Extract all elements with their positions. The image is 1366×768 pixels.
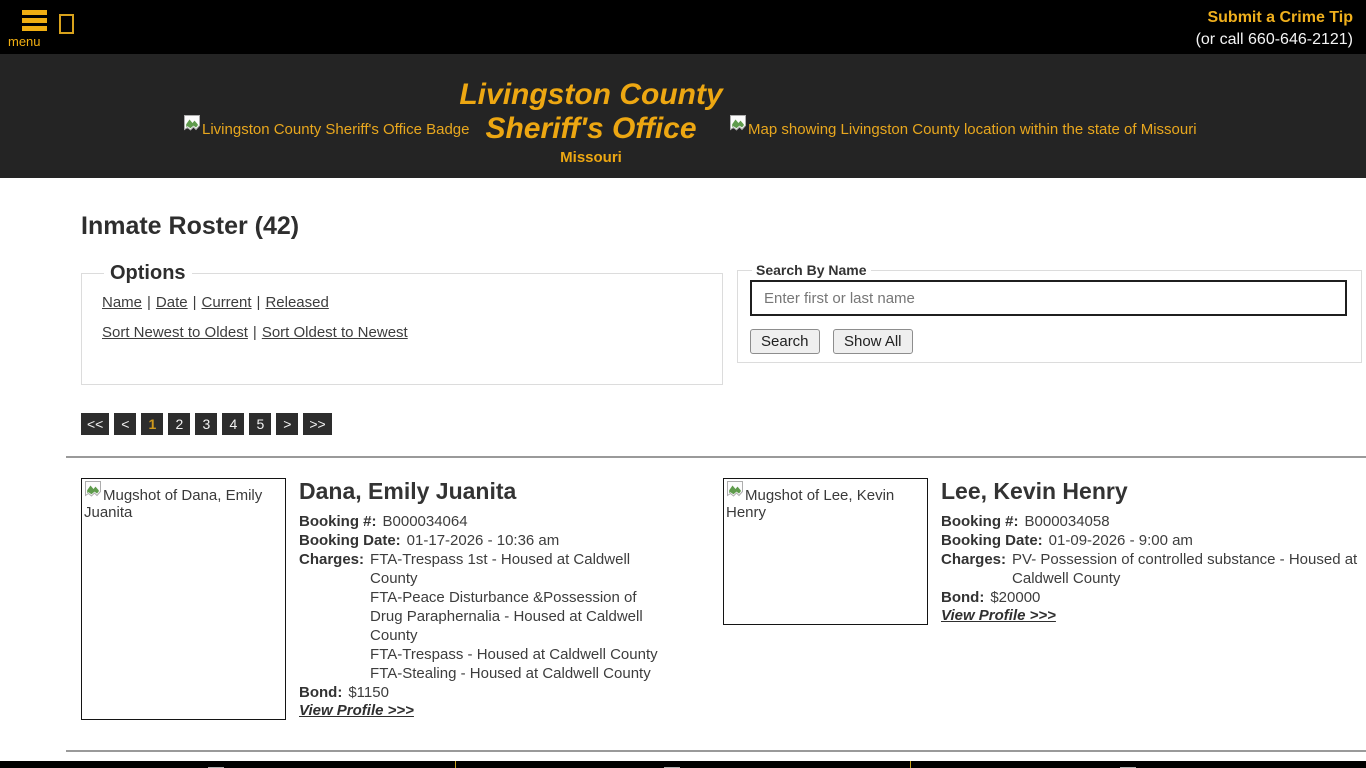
footer-column: Con Bub bbox=[455, 761, 911, 768]
mugshot-broken-image[interactable]: Mugshot of Lee, Kevin Henry bbox=[723, 478, 928, 625]
site-title-state: Missouri bbox=[381, 149, 801, 166]
inmate-name: Dana, Emily Juanita bbox=[299, 478, 723, 504]
page-title: Inmate Roster (42) bbox=[81, 212, 1366, 241]
separator: | bbox=[257, 294, 261, 311]
footer-divider bbox=[66, 750, 1366, 752]
filter-link-date[interactable]: Date bbox=[156, 294, 188, 311]
inmate-details: Lee, Kevin Henry Booking #: B000034058 B… bbox=[941, 478, 1362, 625]
bond-row: Bond: $1150 bbox=[299, 683, 723, 702]
charge-item: FTA-Trespass 1st - Housed at Caldwell Co… bbox=[370, 550, 672, 588]
site-header: Livingston County Sheriff's Office Badge… bbox=[0, 54, 1366, 178]
view-profile-link[interactable]: View Profile >>> bbox=[941, 607, 1056, 624]
filter-link-released[interactable]: Released bbox=[265, 294, 328, 311]
booking-date-row: Booking Date: 01-09-2026 - 9:00 am bbox=[941, 531, 1362, 550]
booking-number-value: B000034064 bbox=[383, 512, 468, 531]
search-legend: Search By Name bbox=[752, 262, 871, 278]
top-bar: menu Submit a Crime Tip (or call 660-646… bbox=[0, 0, 1366, 54]
broken-image-icon bbox=[183, 114, 201, 138]
search-panel: Search By Name Search Show All bbox=[737, 262, 1362, 363]
charges-label: Charges: bbox=[941, 550, 1006, 588]
pagination-page-1[interactable]: 1 bbox=[141, 413, 163, 435]
sort-link-newest-to-oldest[interactable]: Sort Newest to Oldest bbox=[102, 324, 248, 341]
charge-item: FTA-Stealing - Housed at Caldwell County bbox=[370, 664, 672, 683]
bond-label: Bond: bbox=[299, 683, 342, 702]
menu-button[interactable]: menu bbox=[8, 10, 56, 49]
footer-column: Crime Tips bbox=[910, 761, 1366, 768]
inmate-details: Dana, Emily Juanita Booking #: B00003406… bbox=[299, 478, 723, 720]
crime-tip-phone: (or call 660-646-2121) bbox=[1196, 29, 1353, 51]
submit-crime-tip-link[interactable]: Submit a Crime Tip bbox=[1196, 7, 1353, 29]
pagination-first[interactable]: << bbox=[81, 413, 109, 435]
mugshot-alt-text: Mugshot of Dana, Emily Juanita bbox=[84, 487, 262, 521]
pagination-next[interactable]: > bbox=[276, 413, 298, 435]
separator: | bbox=[253, 324, 257, 341]
bond-row: Bond: $20000 bbox=[941, 588, 1362, 607]
pagination-page-4[interactable]: 4 bbox=[222, 413, 244, 435]
charge-item: FTA-Trespass - Housed at Caldwell County bbox=[370, 645, 672, 664]
booking-number-row: Booking #: B000034064 bbox=[299, 512, 723, 531]
separator: | bbox=[147, 294, 151, 311]
bond-value: $1150 bbox=[348, 683, 389, 702]
crime-tip-area: Submit a Crime Tip (or call 660-646-2121… bbox=[1196, 7, 1353, 51]
booking-date-label: Booking Date: bbox=[941, 531, 1043, 550]
show-all-button[interactable]: Show All bbox=[833, 329, 913, 354]
options-legend: Options bbox=[104, 262, 192, 285]
filter-link-current[interactable]: Current bbox=[202, 294, 252, 311]
filter-link-name[interactable]: Name bbox=[102, 294, 142, 311]
pagination-page-2[interactable]: 2 bbox=[168, 413, 190, 435]
county-map-broken-image: Map showing Livingston County location w… bbox=[729, 114, 1197, 138]
footer-column: Rec Aler bbox=[0, 761, 455, 768]
charges-list: PV- Possession of controlled substance -… bbox=[1012, 550, 1362, 588]
county-map-alt-text: Map showing Livingston County location w… bbox=[748, 121, 1197, 138]
sort-link-oldest-to-newest[interactable]: Sort Oldest to Newest bbox=[262, 324, 408, 341]
pagination-page-5[interactable]: 5 bbox=[249, 413, 271, 435]
bond-value: $20000 bbox=[990, 588, 1040, 607]
booking-date-row: Booking Date: 01-17-2026 - 10:36 am bbox=[299, 531, 723, 550]
view-profile-link[interactable]: View Profile >>> bbox=[299, 702, 414, 719]
broken-image-icon bbox=[84, 480, 102, 504]
charge-item: PV- Possession of controlled substance -… bbox=[1012, 550, 1362, 588]
pagination-last[interactable]: >> bbox=[303, 413, 331, 435]
charge-item: FTA-Peace Disturbance &Possession of Dru… bbox=[370, 588, 672, 645]
site-title-line1: Livingston County bbox=[381, 78, 801, 112]
inmate-card: Mugshot of Dana, Emily Juanita Dana, Emi… bbox=[81, 478, 723, 720]
options-panel: Options Name|Date|Current|Released Sort … bbox=[81, 262, 723, 385]
page: menu Submit a Crime Tip (or call 660-646… bbox=[0, 0, 1366, 768]
bond-label: Bond: bbox=[941, 588, 984, 607]
booking-number-label: Booking #: bbox=[299, 512, 377, 531]
broken-image-icon bbox=[726, 480, 744, 504]
inmate-card: Mugshot of Lee, Kevin Henry Lee, Kevin H… bbox=[723, 478, 1362, 625]
mugshot-alt-text: Mugshot of Lee, Kevin Henry bbox=[726, 487, 894, 521]
charges-list: FTA-Trespass 1st - Housed at Caldwell Co… bbox=[370, 550, 672, 683]
sort-links-row: Sort Newest to Oldest | Sort Oldest to New… bbox=[102, 324, 710, 341]
charges-row: Charges: FTA-Trespass 1st - Housed at Ca… bbox=[299, 550, 723, 683]
pagination-page-3[interactable]: 3 bbox=[195, 413, 217, 435]
inmate-roster-row: Mugshot of Dana, Emily Juanita Dana, Emi… bbox=[81, 478, 1362, 720]
hamburger-icon bbox=[22, 10, 47, 31]
booking-number-value: B000034058 bbox=[1025, 512, 1110, 531]
separator: | bbox=[193, 294, 197, 311]
search-button[interactable]: Search bbox=[750, 329, 820, 354]
booking-number-row: Booking #: B000034058 bbox=[941, 512, 1362, 531]
charges-label: Charges: bbox=[299, 550, 364, 683]
charges-row: Charges: PV- Possession of controlled su… bbox=[941, 550, 1362, 588]
filter-links-row: Name|Date|Current|Released bbox=[102, 294, 710, 311]
footer-bar: Rec Aler Con Bub Crime Tips bbox=[0, 761, 1366, 768]
pagination-prev[interactable]: < bbox=[114, 413, 136, 435]
section-divider bbox=[66, 456, 1366, 458]
main-content: Inmate Roster (42) Options Name|Date|Cur… bbox=[0, 178, 1366, 752]
missing-glyph-icon bbox=[59, 14, 74, 34]
broken-image-icon bbox=[729, 114, 747, 138]
inmate-name: Lee, Kevin Henry bbox=[941, 478, 1362, 504]
booking-date-value: 01-09-2026 - 9:00 am bbox=[1049, 531, 1193, 550]
pagination: <<<12345>>> bbox=[81, 413, 1366, 435]
menu-label: menu bbox=[8, 34, 56, 49]
search-buttons-row: Search Show All bbox=[750, 329, 1349, 354]
search-input[interactable] bbox=[750, 280, 1347, 316]
booking-date-value: 01-17-2026 - 10:36 am bbox=[407, 531, 560, 550]
booking-date-label: Booking Date: bbox=[299, 531, 401, 550]
mugshot-broken-image[interactable]: Mugshot of Dana, Emily Juanita bbox=[81, 478, 286, 720]
booking-number-label: Booking #: bbox=[941, 512, 1019, 531]
